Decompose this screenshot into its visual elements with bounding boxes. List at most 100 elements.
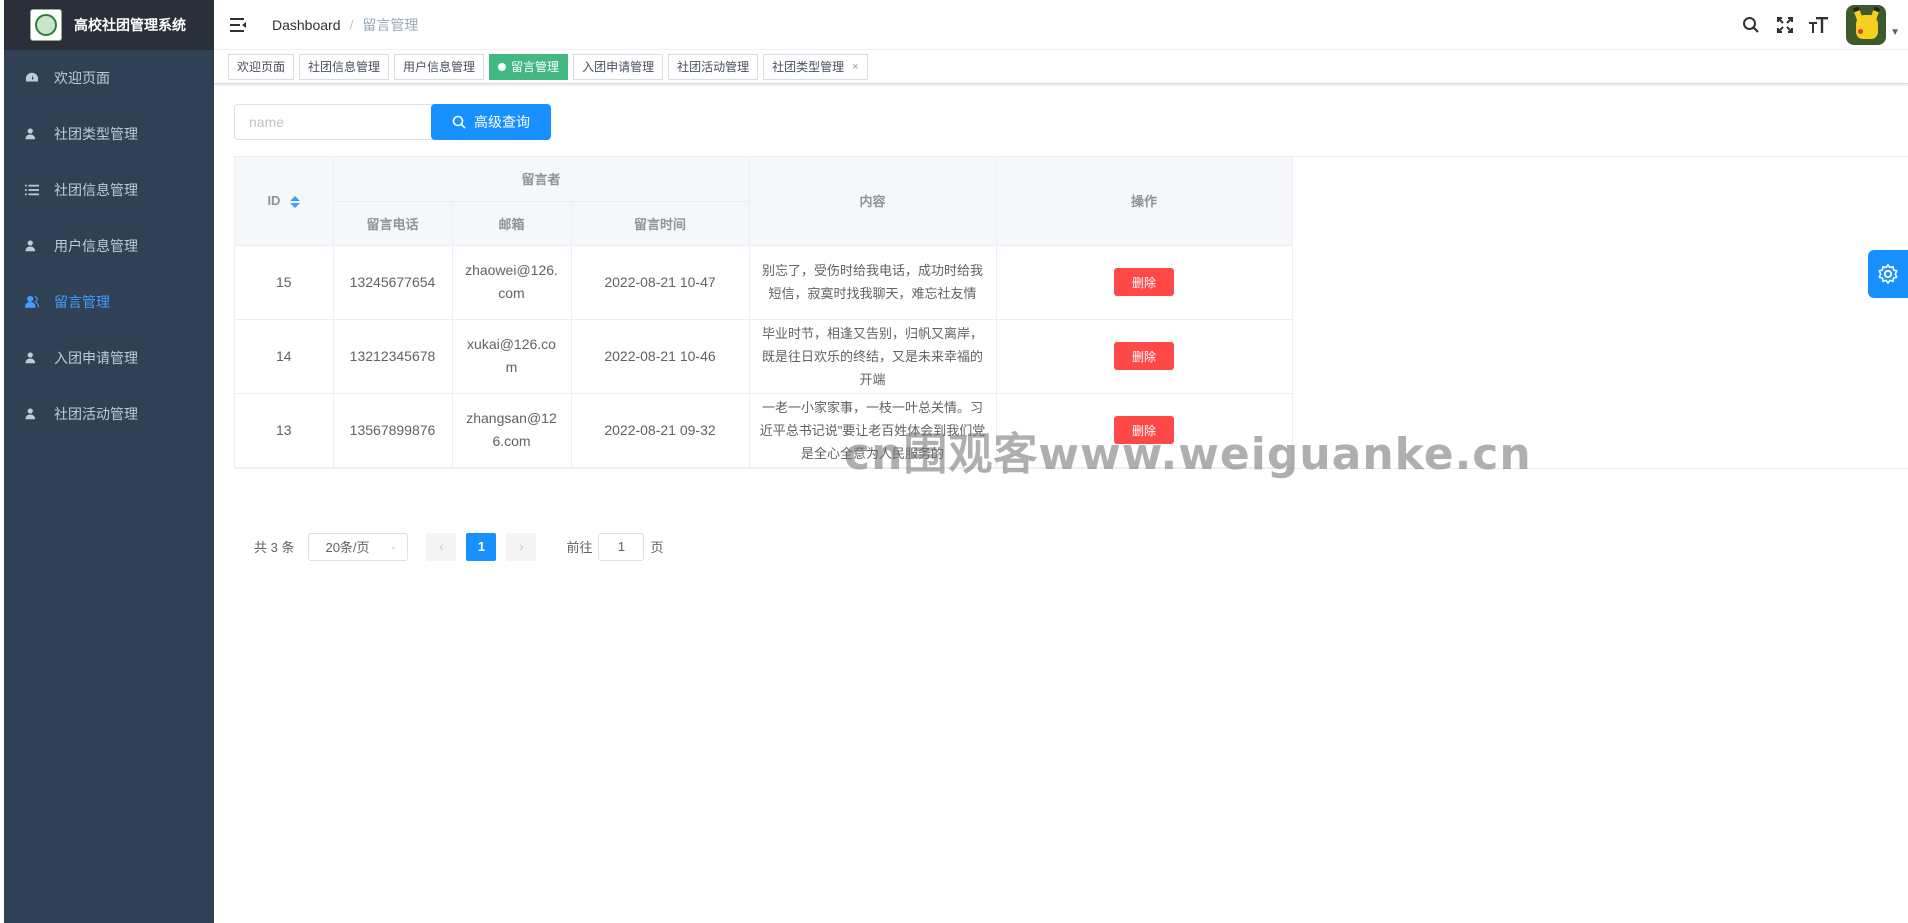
page-size-select[interactable]: 20条/页 ⌄ [308, 532, 409, 561]
prev-page-button[interactable]: ‹ [426, 532, 457, 561]
sidebar-item-label: 欢迎页面 [54, 70, 110, 86]
sidebar-item-label: 社团信息管理 [54, 182, 138, 198]
font-size-icon[interactable] [1808, 14, 1830, 36]
navbar-right: ▼ [1740, 0, 1908, 50]
tab-6[interactable]: 社团类型管理 × [763, 53, 868, 80]
cell-time: 2022-08-21 09-32 [571, 393, 750, 468]
user-icon [24, 406, 40, 422]
cell-time: 2022-08-21 10-46 [571, 319, 750, 394]
table-body: 15 13245677654 zhaowei@126.com 2022-08-21 1… [235, 245, 1293, 468]
advanced-search-label: 高级查询 [474, 114, 530, 130]
logo-emblem-icon [30, 9, 62, 41]
main-area: Dashboard / 留言管理 ▼ 欢迎页面 社团信息管理 用户信息管理 留言管理入… [214, 0, 1908, 923]
tab-1[interactable]: 社团信息管理 [299, 53, 390, 80]
cell-id: 14 [235, 319, 334, 394]
sidebar-item-1[interactable]: 社团类型管理 [4, 106, 214, 162]
cell-phone: 13567899876 [333, 393, 453, 468]
settings-gear-button[interactable] [1868, 250, 1908, 298]
search-icon[interactable] [1740, 14, 1762, 36]
breadcrumb-current: 留言管理 [362, 16, 419, 33]
sidebar-logo[interactable]: 高校社团管理系统 [4, 0, 214, 50]
sidebar-item-label: 社团活动管理 [54, 406, 138, 422]
dashboard-icon [24, 70, 40, 86]
list-icon [24, 182, 40, 198]
delete-button[interactable]: 删除 [1114, 268, 1174, 296]
jump-suffix: 页 [650, 540, 664, 555]
fullscreen-icon[interactable] [1774, 14, 1796, 36]
delete-button[interactable]: 删除 [1114, 342, 1174, 370]
col-header-id[interactable]: ID [235, 157, 334, 246]
navbar: Dashboard / 留言管理 ▼ [214, 0, 1908, 50]
table-row: 13 13567899876 zhangsan@126.com 2022-08-21 … [235, 393, 1293, 468]
sidebar-item-3[interactable]: 用户信息管理 [4, 218, 214, 274]
message-table: ID 留言者 内容 操作 留言电话 邮箱 留言时间 15 13245677654 z… [234, 156, 1908, 469]
user-avatar[interactable] [1846, 5, 1887, 45]
user-icon [24, 126, 40, 142]
cell-id: 13 [235, 393, 334, 468]
tab-4[interactable]: 入团申请管理 [573, 53, 664, 80]
delete-button[interactable]: 删除 [1114, 416, 1174, 444]
cell-ops: 删除 [996, 393, 1293, 468]
sort-icon[interactable] [290, 195, 301, 208]
tab-3[interactable]: 留言管理 [489, 53, 569, 80]
cell-phone: 13245677654 [333, 245, 453, 320]
tab-label: 入团申请管理 [582, 59, 655, 74]
page-size-value: 20条/页 [325, 540, 370, 555]
breadcrumb: Dashboard / 留言管理 [272, 15, 418, 35]
jump-prefix: 前往 [566, 540, 593, 555]
col-header-phone: 留言电话 [333, 201, 453, 246]
page-number-current[interactable]: 1 [466, 532, 497, 561]
table-row: 14 13212345678 xukai@126.com 2022-08-21 10-… [235, 319, 1293, 394]
cell-email: zhangsan@126.com [452, 393, 572, 468]
cell-id: 15 [235, 245, 334, 320]
cell-content: 毕业时节，相逢又告别，归帆又离岸，既是往日欢乐的终结，又是未来幸福的开端 [749, 319, 997, 394]
tab-label: 社团信息管理 [308, 59, 381, 74]
tab-label: 社团类型管理 [772, 59, 845, 74]
content: 高级查询 ID 留言者 内容 操作 留言电话 [214, 84, 1908, 561]
cell-content: 一老一小家家事，一枝一叶总关情。习近平总书记说"要让老百姓体会到我们党是全心全意… [749, 393, 997, 468]
close-icon[interactable]: × [852, 55, 858, 79]
user-icon [24, 350, 40, 366]
pagination: 共 3 条 20条/页 ⌄ ‹ 1 › 前往 页 [254, 532, 1908, 561]
chevron-down-icon: ⌄ [389, 541, 398, 551]
sidebar-item-label: 社团类型管理 [54, 126, 138, 142]
tab-2[interactable]: 用户信息管理 [394, 53, 485, 80]
col-header-time: 留言时间 [571, 201, 750, 246]
sidebar: 高校社团管理系统 欢迎页面社团类型管理 社团信息管理 用户信息管理留言管理入团申请管… [4, 0, 214, 923]
table-row: 15 13245677654 zhaowei@126.com 2022-08-21 1… [235, 245, 1293, 320]
chevron-down-icon[interactable]: ▼ [1890, 27, 1900, 38]
col-header-id-label: ID [267, 193, 281, 209]
cell-ops: 删除 [996, 319, 1293, 394]
sidebar-item-6[interactable]: 社团活动管理 [4, 386, 214, 442]
sidebar-item-5[interactable]: 入团申请管理 [4, 330, 214, 386]
col-header-email: 邮箱 [452, 201, 572, 246]
cell-email: zhaowei@126.com [452, 245, 572, 320]
cell-phone: 13212345678 [333, 319, 453, 394]
sidebar-item-4[interactable]: 留言管理 [4, 274, 214, 330]
breadcrumb-home[interactable]: Dashboard [272, 17, 341, 33]
cell-ops: 删除 [996, 245, 1293, 320]
tab-0[interactable]: 欢迎页面 [228, 53, 295, 80]
sidebar-item-0[interactable]: 欢迎页面 [4, 50, 214, 106]
next-page-button[interactable]: › [506, 532, 537, 561]
gear-icon [1878, 264, 1898, 284]
col-group-header: 留言者 [333, 157, 750, 202]
sidebar-item-label: 入团申请管理 [54, 350, 138, 366]
name-search-input[interactable] [234, 104, 434, 140]
advanced-search-button[interactable]: 高级查询 [431, 104, 551, 140]
cell-time: 2022-08-21 10-47 [571, 245, 750, 320]
jump-page-input[interactable] [598, 532, 645, 561]
tab-5[interactable]: 社团活动管理 [668, 53, 759, 80]
sidebar-item-label: 用户信息管理 [54, 238, 138, 254]
hamburger-icon[interactable] [230, 15, 250, 35]
pagination-total: 共 3 条 [254, 540, 295, 555]
user-icon [24, 238, 40, 254]
tab-label: 社团活动管理 [677, 59, 750, 74]
sidebar-item-2[interactable]: 社团信息管理 [4, 162, 214, 218]
col-header-ops: 操作 [996, 157, 1293, 246]
user-icon [24, 294, 40, 310]
col-header-content: 内容 [749, 157, 997, 246]
tab-label: 欢迎页面 [237, 59, 286, 74]
app-title: 高校社团管理系统 [74, 17, 186, 33]
search-icon [452, 115, 466, 129]
